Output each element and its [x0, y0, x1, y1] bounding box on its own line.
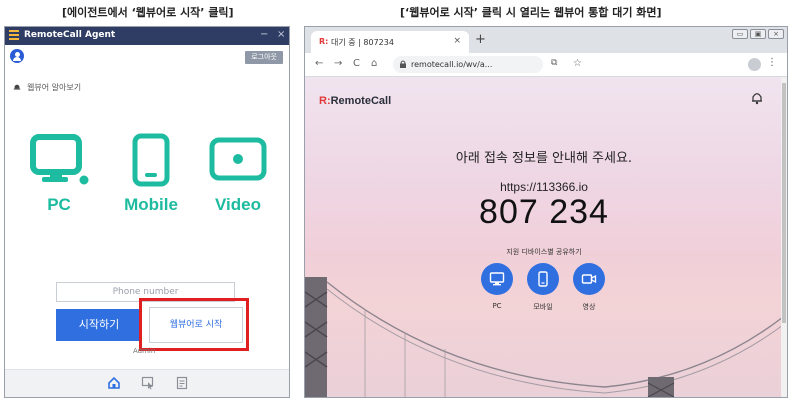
share-video-label: 영상 [582, 303, 596, 311]
share-mobile-button[interactable]: 모바일 [525, 263, 561, 312]
more-menu-icon[interactable]: ⋮ [767, 57, 777, 68]
window-maximize-button[interactable]: ▣ [750, 29, 766, 39]
notification-bell-icon[interactable] [751, 91, 763, 105]
monitor-icon [30, 134, 89, 185]
profile-avatar[interactable] [748, 58, 761, 71]
share-mobile-label: 모바일 [533, 303, 553, 311]
report-icon[interactable] [175, 376, 189, 390]
tab-close-icon[interactable]: × [453, 36, 461, 46]
mode-mobile-label: Mobile [124, 195, 178, 214]
connection-url: https://113366.io [500, 180, 588, 194]
monitor-icon [489, 272, 505, 286]
agent-bottom-bar [5, 369, 289, 397]
reload-icon[interactable]: C [353, 58, 360, 69]
lock-icon [400, 60, 406, 68]
page-scrollbar[interactable] [781, 77, 787, 397]
share-pc-button[interactable]: PC [479, 263, 515, 310]
tab-title: 대기 중 | 807234 [331, 38, 394, 47]
close-button[interactable]: × [277, 29, 285, 40]
user-profile-icon[interactable] [10, 49, 24, 63]
smartphone-icon [132, 133, 170, 187]
mode-video[interactable]: Video [205, 133, 271, 215]
address-bar-row: ← → C ⌂ remotecall.io/wv/a... ⧉ ☆ ⋮ [305, 53, 787, 77]
announcement-icon [13, 84, 21, 90]
agent-topbar: 로그아웃 [5, 45, 289, 69]
user-name-label: Admin [133, 347, 156, 355]
tab-strip: R: 대기 중 | 807234 × + ▭ ▣ ⨯ [305, 27, 787, 53]
agent-title: RemoteCall Agent [24, 30, 116, 40]
right-caption: [‘웹뷰어로 시작’ 클릭 시 열리는 웹뷰어 통합 대기 화면] [400, 6, 662, 19]
home-icon[interactable] [107, 376, 121, 390]
remote-cursor-icon[interactable] [141, 376, 155, 390]
qr-share-icon[interactable]: ⧉ [551, 58, 557, 68]
remotecall-logo: R:RemoteCall [319, 95, 391, 107]
bookmark-star-icon[interactable]: ☆ [573, 58, 582, 69]
minimize-button[interactable]: − [260, 29, 268, 40]
window-close-button[interactable]: ⨯ [768, 29, 784, 39]
video-screen-icon [209, 137, 267, 181]
url-input[interactable]: remotecall.io/wv/a... [393, 56, 543, 73]
video-camera-icon [581, 274, 597, 284]
webviewer-info-label: 웹뷰어 알아보기 [27, 83, 82, 92]
logo-mark: R: [319, 95, 331, 107]
share-video-button[interactable]: 영상 [571, 263, 607, 312]
new-tab-button[interactable]: + [475, 32, 486, 47]
mode-pc-label: PC [47, 195, 71, 214]
favicon: R: [319, 37, 329, 46]
webviewer-info-link[interactable]: 웹뷰어 알아보기 [13, 82, 81, 93]
browser-window: R: 대기 중 | 807234 × + ▭ ▣ ⨯ ← → C ⌂ remot… [304, 26, 788, 398]
forward-icon[interactable]: → [334, 58, 342, 69]
smartphone-icon [538, 271, 548, 287]
share-title: 지원 디바이스별 공유하기 [506, 248, 582, 256]
scrollbar-thumb[interactable] [782, 83, 786, 323]
mode-pc[interactable]: PC [21, 133, 97, 215]
back-icon[interactable]: ← [315, 58, 323, 69]
agent-titlebar: RemoteCall Agent − × [5, 27, 289, 45]
bridge-background-image [305, 277, 783, 397]
share-pc-label: PC [492, 302, 502, 310]
red-highlight-box [139, 298, 249, 351]
webviewer-waiting-page: R:RemoteCall 아래 접속 정보를 안내해 주세요. https://… [305, 77, 783, 397]
logout-button[interactable]: 로그아웃 [245, 51, 283, 64]
mode-mobile[interactable]: Mobile [109, 133, 193, 215]
window-minimize-button[interactable]: ▭ [732, 29, 748, 39]
connection-code: 807 234 [479, 193, 609, 231]
logo-text: RemoteCall [330, 95, 392, 107]
remotecall-agent-window: RemoteCall Agent − × 로그아웃 웹뷰어 알아보기 PC Mo… [4, 26, 290, 398]
mode-video-label: Video [215, 195, 261, 214]
left-caption: [에이전트에서 ‘웹뷰어로 시작’ 클릭] [62, 6, 234, 19]
hamburger-menu-icon[interactable] [9, 30, 19, 41]
start-button[interactable]: 시작하기 [56, 309, 142, 341]
browser-tab[interactable]: R: 대기 중 | 807234 × [311, 31, 469, 53]
home-nav-icon[interactable]: ⌂ [371, 58, 377, 69]
url-text: remotecall.io/wv/a... [411, 60, 493, 69]
headline: 아래 접속 정보를 안내해 주세요. [455, 151, 633, 166]
